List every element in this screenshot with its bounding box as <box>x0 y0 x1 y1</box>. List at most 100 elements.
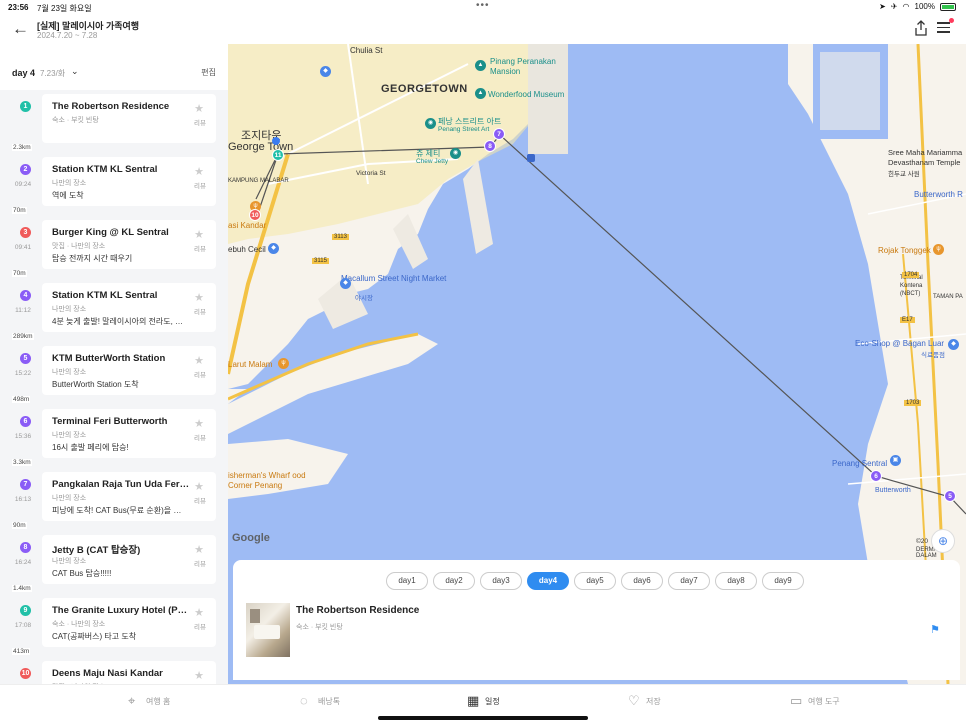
home-indicator[interactable] <box>378 716 588 720</box>
stop-list: 1 The Robertson Residence 숙소 · 부킷 빈탕 ★ 리… <box>0 90 228 684</box>
day-label[interactable]: day 4 <box>12 68 35 78</box>
star-icon[interactable]: ★ <box>194 480 204 493</box>
star-icon[interactable]: ★ <box>194 606 204 619</box>
itinerary-stop[interactable]: 8 16:24 Jetty B (CAT 탑승장) 나만의 장소 CAT Bus… <box>0 531 228 588</box>
place-thumbnail[interactable] <box>246 603 290 657</box>
stop-time: 09:24 <box>14 181 32 188</box>
tab-day8[interactable]: day8 <box>715 572 757 590</box>
stop-card[interactable]: Pangkalan Raja Tun Uda Ferry Terminal 나만… <box>42 472 216 521</box>
itinerary-panel: day 4 7.23/화 ⌄ 편집 1 The Robertson Reside… <box>0 44 228 684</box>
shopping-poi-icon[interactable]: ◆ <box>340 278 351 289</box>
camera-poi-icon[interactable]: ◉ <box>450 148 461 159</box>
review-label[interactable]: 리뷰 <box>194 621 206 631</box>
stop-name: Terminal Feri Butterworth <box>52 416 168 427</box>
itinerary-stop[interactable]: 7 16:13 Pangkalan Raja Tun Uda Ferry Ter… <box>0 468 228 525</box>
stop-card[interactable]: Jetty B (CAT 탑승장) 나만의 장소 CAT Bus 탑승!!!!!… <box>42 535 216 584</box>
transit-poi-icon[interactable]: ▣ <box>890 455 901 466</box>
share-icon[interactable] <box>914 20 928 36</box>
tab-day5[interactable]: day5 <box>574 572 616 590</box>
review-label[interactable]: 리뷰 <box>194 495 206 505</box>
itinerary-stop[interactable]: 2 09:24 Station KTM KL Sentral 나만의 장소 역에… <box>0 153 228 210</box>
stop-card[interactable]: Terminal Feri Butterworth 나만의 장소 16시 출발 … <box>42 409 216 458</box>
museum-poi-icon[interactable]: ▲ <box>475 88 486 99</box>
route-pin-10[interactable]: 10 <box>249 209 261 221</box>
stop-number-badge: 6 <box>20 416 31 427</box>
tab-day9[interactable]: day9 <box>762 572 804 590</box>
itinerary-stop[interactable]: 9 17:08 The Granite Luxury Hotel (Penang… <box>0 594 228 651</box>
itinerary-stop[interactable]: 3 09:41 Burger King @ KL Sentral 맛집 · 나만… <box>0 216 228 273</box>
review-label[interactable]: 리뷰 <box>194 117 206 127</box>
star-icon[interactable]: ★ <box>194 417 204 430</box>
menu-icon[interactable] <box>937 18 954 34</box>
itinerary-stop[interactable]: 6 15:36 Terminal Feri Butterworth 나만의 장소… <box>0 405 228 462</box>
review-label[interactable]: 리뷰 <box>194 369 206 379</box>
stop-time: 16:24 <box>14 559 32 566</box>
tab-day6[interactable]: day6 <box>621 572 663 590</box>
route-pin-5[interactable]: 5 <box>944 490 956 502</box>
tab-day2[interactable]: day2 <box>433 572 475 590</box>
restaurant-poi-icon[interactable]: ψ <box>933 244 944 255</box>
star-icon[interactable]: ★ <box>194 291 204 304</box>
timeline-rail: 4 11:12 <box>0 279 40 336</box>
stop-number-badge: 7 <box>20 479 31 490</box>
location-icon: ➤ <box>879 2 886 11</box>
day-date[interactable]: 7.23/화 <box>40 68 65 79</box>
chevron-down-icon[interactable]: ⌄ <box>71 66 79 77</box>
multitask-dots-icon[interactable]: ••• <box>476 0 490 11</box>
stop-card[interactable]: KTM ButterWorth Station 나만의 장소 ButterWor… <box>42 346 216 395</box>
map-label-victoria: Victoria St <box>356 170 386 177</box>
star-icon[interactable]: ★ <box>194 228 204 241</box>
nav-item[interactable]: ⌖ 여행 홈 <box>128 694 170 708</box>
shopping-poi-icon[interactable]: ◆ <box>320 66 331 77</box>
star-icon[interactable]: ★ <box>194 669 204 682</box>
stop-card[interactable]: Burger King @ KL Sentral 맛집 · 나만의 장소 탑승 … <box>42 220 216 269</box>
itinerary-stop[interactable]: 1 The Robertson Residence 숙소 · 부킷 빈탕 ★ 리… <box>0 90 228 147</box>
tab-day7[interactable]: day7 <box>668 572 710 590</box>
map-label-kampung: KAMPUNG MALABAR <box>228 178 289 184</box>
stop-number-badge: 8 <box>20 542 31 553</box>
edit-button[interactable]: 편집 <box>201 67 216 78</box>
itinerary-stop[interactable]: 5 15:22 KTM ButterWorth Station 나만의 장소 B… <box>0 342 228 399</box>
route-pin-11[interactable]: 11 <box>272 149 284 161</box>
tab-day4[interactable]: day4 <box>527 572 569 590</box>
stop-card[interactable]: Station KTM KL Sentral 나만의 장소 역에 도착 ★ 리뷰 <box>42 157 216 206</box>
star-icon[interactable]: ★ <box>194 354 204 367</box>
stop-card[interactable]: Deens Maju Nasi Kandar 맛집 · 나만의 장소 ★ 리뷰 <box>42 661 216 684</box>
review-label[interactable]: 리뷰 <box>194 432 206 442</box>
route-pin-6[interactable]: 6 <box>870 470 882 482</box>
tab-day3[interactable]: day3 <box>480 572 522 590</box>
place-name[interactable]: The Robertson Residence <box>296 605 419 616</box>
review-label[interactable]: 리뷰 <box>194 243 206 253</box>
place-sheet: day1 day2 day3 day4 day5 day6 day7 day8 day9 The… <box>233 560 960 680</box>
stop-name: The Granite Luxury Hotel (Penang) <box>52 605 190 616</box>
restaurant-poi-icon[interactable]: ψ <box>278 358 289 369</box>
itinerary-stop[interactable]: 4 11:12 Station KTM KL Sentral 나만의 장소 4분… <box>0 279 228 336</box>
bus-stop-icon[interactable] <box>527 154 535 162</box>
tab-day1[interactable]: day1 <box>386 572 428 590</box>
review-label[interactable]: 리뷰 <box>194 306 206 316</box>
nav-item[interactable]: ▦ 일정 <box>467 694 500 708</box>
shopping-poi-icon[interactable]: ◆ <box>948 339 959 350</box>
nav-item[interactable]: ▭ 여행 도구 <box>790 694 840 708</box>
back-arrow-icon[interactable]: ← <box>12 20 30 38</box>
itinerary-stop[interactable]: 10 18:50 Deens Maju Nasi Kandar 맛집 · 나만의… <box>0 657 228 684</box>
stop-card[interactable]: Station KTM KL Sentral 나만의 장소 4분 늦게 출발! … <box>42 283 216 332</box>
shopping-poi-icon[interactable]: ◆ <box>268 243 279 254</box>
star-icon[interactable]: ★ <box>194 102 204 115</box>
review-label[interactable]: 리뷰 <box>194 558 206 568</box>
museum-poi-icon[interactable]: ▲ <box>475 60 486 71</box>
camera-poi-icon[interactable]: ◉ <box>425 118 436 129</box>
directions-icon[interactable]: ⚑ <box>930 623 944 637</box>
locate-me-button[interactable]: ⊕ <box>931 529 955 553</box>
star-icon[interactable]: ★ <box>194 543 204 556</box>
stop-card[interactable]: The Granite Luxury Hotel (Penang) 숙소 · 나… <box>42 598 216 647</box>
review-label[interactable]: 리뷰 <box>194 180 206 190</box>
distance-label: 289km <box>12 333 34 340</box>
star-icon[interactable]: ★ <box>194 165 204 178</box>
nav-item[interactable]: ♡ 저장 <box>628 694 661 708</box>
route-pin-7[interactable]: 7 <box>493 128 505 140</box>
nav-item[interactable]: ◌ 배낭톡 <box>300 694 340 708</box>
timeline-rail: 7 16:13 <box>0 468 40 525</box>
stop-card[interactable]: The Robertson Residence 숙소 · 부킷 빈탕 ★ 리뷰 <box>42 94 216 143</box>
route-pin-8[interactable]: 8 <box>484 140 496 152</box>
